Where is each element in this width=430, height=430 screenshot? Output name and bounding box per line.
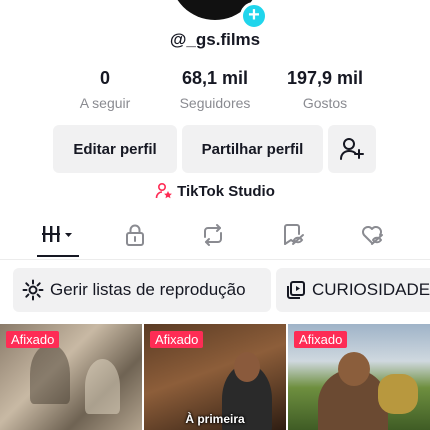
add-friends-button[interactable]	[328, 125, 376, 173]
stat-label: Gostos	[302, 95, 348, 111]
edit-profile-button[interactable]: Editar perfil	[53, 125, 177, 173]
gear-icon	[22, 279, 44, 301]
add-avatar-icon[interactable]: +	[240, 2, 268, 30]
bookmark-hidden-icon	[284, 224, 304, 245]
tab-reposts[interactable]	[183, 212, 243, 258]
video-grid: Afixado Afixado À primeira Afixado	[0, 324, 430, 430]
stat-value: 197,9 mil	[286, 68, 364, 88]
stat-value: 68,1 mil	[181, 68, 249, 88]
profile-tabs	[0, 212, 430, 260]
thumbnail-scene	[85, 359, 120, 414]
studio-label: TikTok Studio	[177, 182, 275, 200]
stat-following[interactable]: 0 A seguir	[50, 68, 160, 111]
heart-hidden-icon	[362, 226, 383, 245]
playlist-icon	[287, 281, 305, 299]
tab-private[interactable]	[105, 212, 165, 258]
avatar-container[interactable]: +	[170, 0, 268, 30]
tab-videos[interactable]	[28, 212, 88, 258]
tab-liked[interactable]	[343, 212, 403, 258]
stat-likes[interactable]: 197,9 mil Gostos	[270, 68, 380, 111]
video-thumbnail[interactable]: Afixado	[288, 324, 430, 430]
playlist-label: CURIOSIDADES	[312, 280, 430, 299]
videos-grid-icon	[42, 226, 72, 242]
manage-playlists-label: Gerir listas de reprodução	[50, 280, 246, 299]
lock-icon	[126, 224, 144, 246]
video-thumbnail[interactable]: Afixado À primeira	[144, 324, 286, 430]
pinned-badge: Afixado	[6, 331, 60, 348]
video-thumbnail[interactable]: Afixado	[0, 324, 142, 430]
profile-username: @_gs.films	[169, 30, 261, 49]
manage-playlists-button[interactable]: Gerir listas de reprodução	[13, 268, 271, 312]
tiktok-studio-link[interactable]: TikTok Studio	[0, 182, 430, 200]
active-tab-indicator	[37, 255, 79, 257]
playlist-curiosidades[interactable]: CURIOSIDADES	[276, 268, 430, 312]
stat-label: Seguidores	[179, 95, 251, 111]
video-caption: À primeira	[185, 412, 245, 426]
stats-row: 0 A seguir 68,1 mil Seguidores 197,9 mil…	[50, 68, 380, 111]
tab-favorites[interactable]	[263, 212, 323, 258]
studio-icon	[155, 182, 173, 199]
stat-value: 0	[99, 68, 110, 88]
pinned-badge: Afixado	[150, 331, 204, 348]
stat-label: A seguir	[79, 95, 131, 111]
share-profile-button[interactable]: Partilhar perfil	[182, 125, 323, 173]
thumbnail-scene	[30, 344, 70, 404]
repost-icon	[204, 224, 222, 246]
pinned-badge: Afixado	[294, 331, 348, 348]
thumbnail-person-head	[338, 352, 370, 386]
thumbnail-object	[378, 374, 418, 414]
thumbnail-person-head	[234, 352, 260, 382]
stat-followers[interactable]: 68,1 mil Seguidores	[160, 68, 270, 111]
add-user-icon	[340, 138, 364, 160]
